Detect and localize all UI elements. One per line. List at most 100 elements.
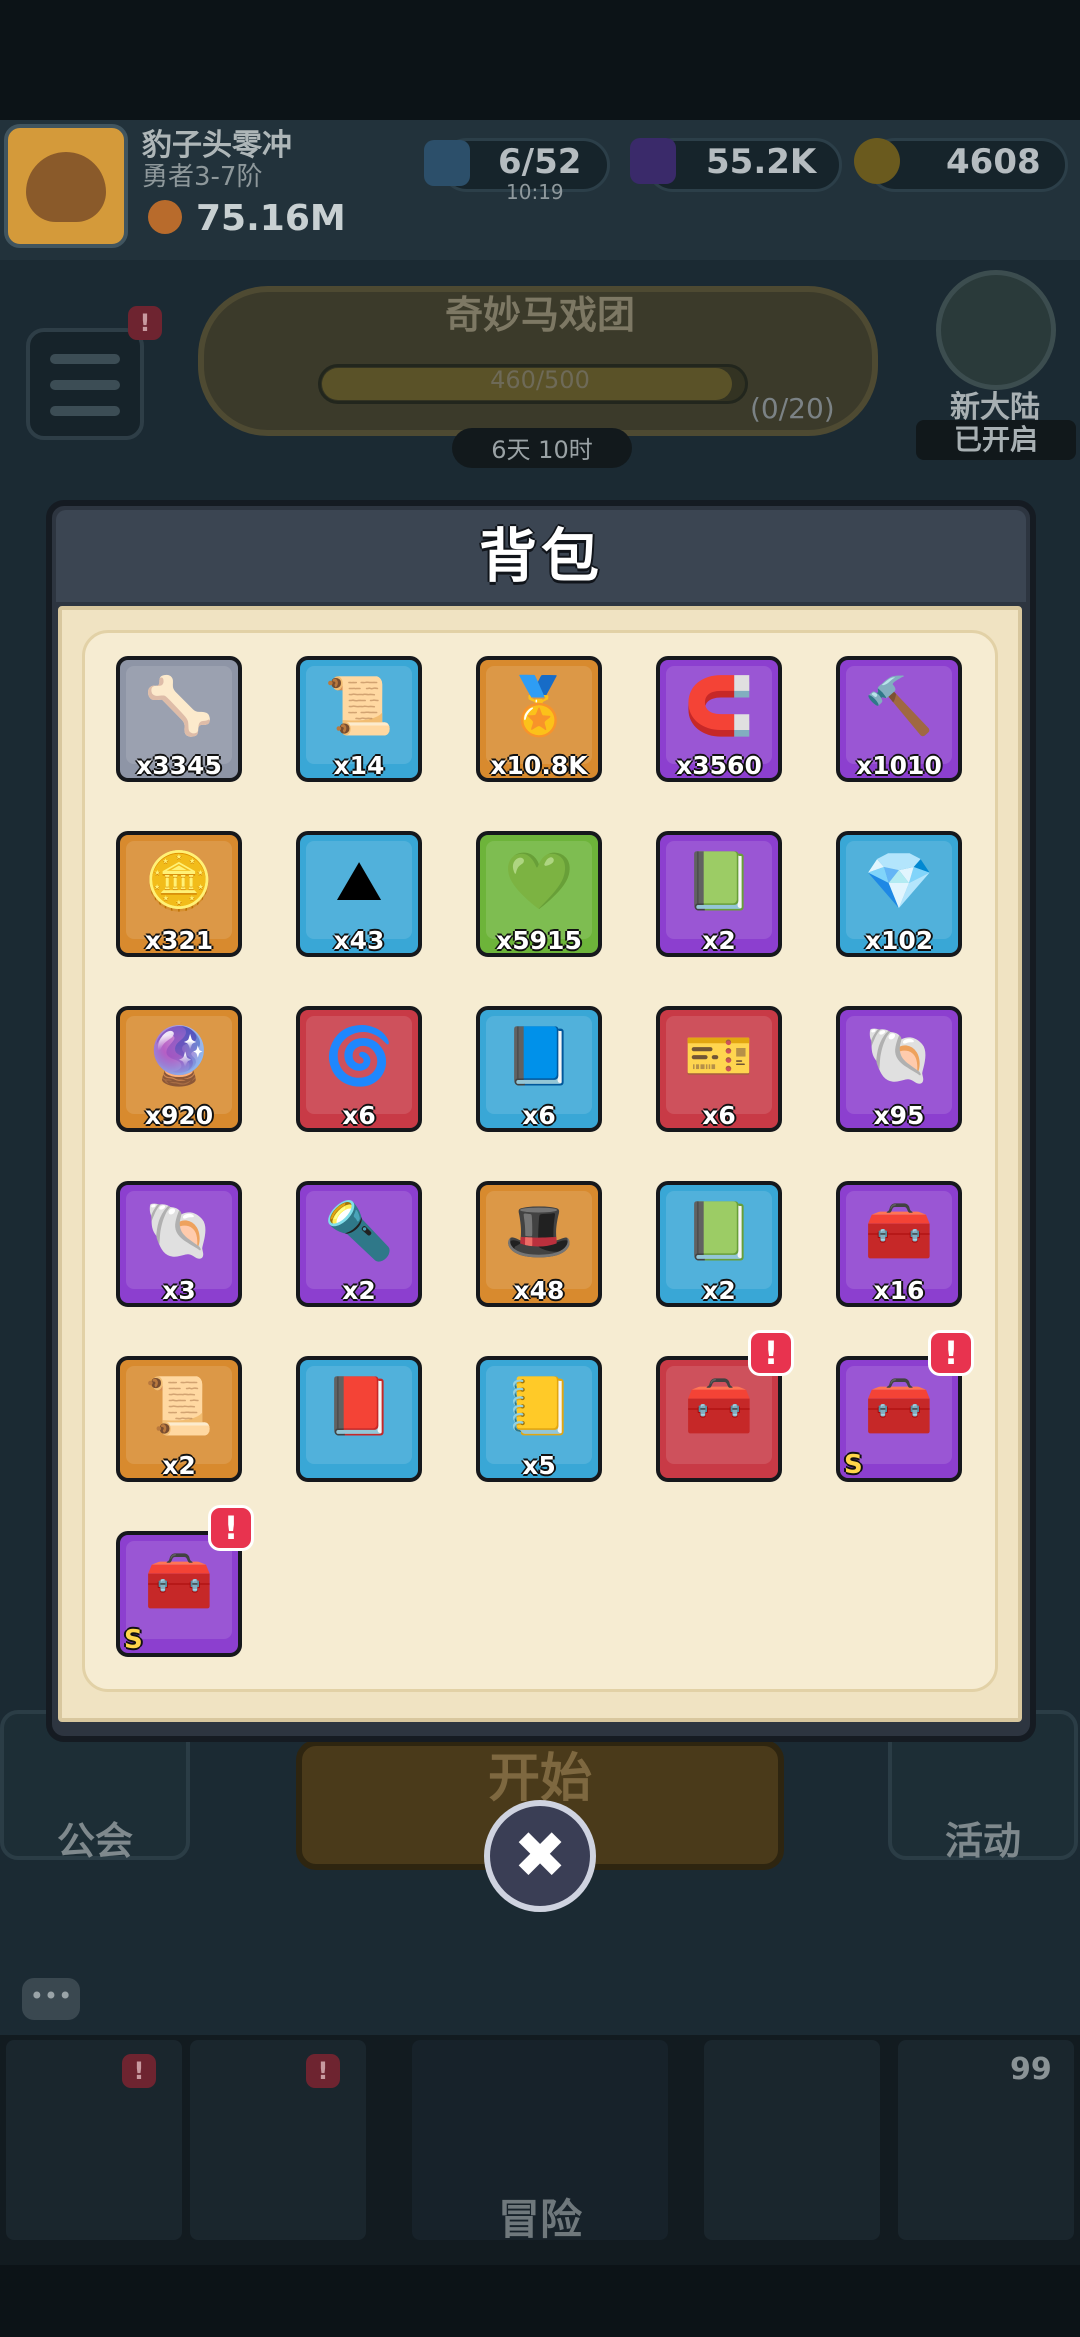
menu-icon	[50, 354, 120, 364]
item-quantity: x6	[702, 1101, 736, 1130]
item-quantity: x2	[702, 1276, 736, 1305]
hero-alert-badge: !	[306, 2054, 340, 2088]
gems-value: 55.2K	[706, 142, 817, 182]
system-nav-bar	[0, 2265, 1080, 2337]
capybara-avatar-icon	[26, 152, 106, 222]
item-quantity: x2	[702, 926, 736, 955]
eye-book-icon: 📕	[324, 1374, 394, 1439]
inventory-item-leaf-book[interactable]: 📗 x2	[656, 1181, 782, 1307]
gold-badge-icon: 🏅	[504, 674, 574, 739]
player-rank: 勇者3-7阶	[142, 162, 263, 192]
energy-value: 6/52	[498, 142, 582, 182]
nav-upgrade[interactable]	[704, 2040, 880, 2240]
item-quantity: x6	[522, 1101, 556, 1130]
item-grade: S	[124, 1625, 143, 1655]
green-rune-icon: 💚	[504, 849, 574, 914]
s-knight-chest-icon: 🧰	[864, 1374, 934, 1439]
status-bar-area	[0, 0, 1080, 120]
item-alert-badge: !	[748, 1330, 794, 1376]
item-quantity: x5915	[496, 926, 582, 955]
gold-sand-icon: ⛰	[335, 849, 383, 914]
modal-title: 背包	[478, 522, 603, 590]
item-quantity: x43	[333, 926, 385, 955]
inventory-item-eye-book[interactable]: 📕	[296, 1356, 422, 1482]
inventory-item-gold-book[interactable]: 📒 x5	[476, 1356, 602, 1482]
inventory-item-gold-sand[interactable]: ⛰ x43	[296, 831, 422, 957]
horseshoe-chest-icon: 🧰	[684, 1374, 754, 1439]
inventory-item-knight-chest[interactable]: 🧰 x16	[836, 1181, 962, 1307]
flashlight-icon: 🔦	[324, 1199, 394, 1264]
item-quantity: x16	[873, 1276, 925, 1305]
item-alert-badge: !	[208, 1505, 254, 1551]
inventory-item-purple-gem[interactable]: 🔮 x920	[116, 1006, 242, 1132]
inventory-item-green-book[interactable]: 📗 x2	[656, 831, 782, 957]
event-timer: 6天 10时	[491, 436, 593, 464]
item-quantity: x2	[342, 1276, 376, 1305]
world-status: 已开启	[916, 420, 1076, 460]
item-quantity: x6	[342, 1101, 376, 1130]
nav-adventure-label: 冒险	[497, 2195, 582, 2244]
item-quantity: x95	[873, 1101, 925, 1130]
inventory-item-blue-orb[interactable]: 🌀 x6	[296, 1006, 422, 1132]
event-count: (0/20)	[750, 392, 835, 425]
witch-hat-icon: 🎩	[504, 1199, 574, 1264]
inventory-item-bone[interactable]: 🦴 x3345	[116, 656, 242, 782]
item-quantity: x5	[522, 1451, 556, 1480]
item-quantity: x3	[162, 1276, 196, 1305]
green-book-icon: 📗	[684, 849, 754, 914]
gem-icon	[630, 138, 676, 184]
blue-orb-icon: 🌀	[324, 1024, 394, 1089]
item-grade: S	[844, 1450, 863, 1480]
energy-icon	[424, 140, 470, 186]
chat-icon[interactable]: •••	[22, 1978, 80, 2020]
power-value: 75.16M	[196, 198, 346, 239]
shop-alert-badge: !	[122, 2054, 156, 2088]
gold-coin-icon	[854, 138, 900, 184]
s-helmet-chest-icon: 🧰	[144, 1549, 214, 1614]
knight-chest-icon: 🧰	[864, 1199, 934, 1264]
inventory-item-gold-shell[interactable]: 🐚 x3	[116, 1181, 242, 1307]
inventory-item-witch-hat[interactable]: 🎩 x48	[476, 1181, 602, 1307]
purple-gem-icon: 🔮	[144, 1024, 214, 1089]
inventory-item-silver-coin[interactable]: 🪙 x321	[116, 831, 242, 957]
leaf-book-icon: 📗	[684, 1199, 754, 1264]
inventory-item-crystal-shard[interactable]: 💎 x102	[836, 831, 962, 957]
inventory-item-conch-shell[interactable]: 🐚 x95	[836, 1006, 962, 1132]
bone-icon: 🦴	[144, 674, 214, 739]
menu-alert-badge: !	[128, 306, 162, 340]
hammer-icon: 🔨	[864, 674, 934, 739]
inventory-item-green-rune[interactable]: 💚 x5915	[476, 831, 602, 957]
inventory-item-hammer[interactable]: 🔨 x1010	[836, 656, 962, 782]
inventory-item-gold-badge[interactable]: 🏅 x10.8K	[476, 656, 602, 782]
close-icon[interactable]: ✖	[484, 1800, 596, 1912]
blue-ticket-icon: 🎫	[684, 1024, 754, 1089]
energy-timer: 10:19	[506, 180, 564, 204]
skull-book-icon: 📘	[504, 1024, 574, 1089]
globe-icon[interactable]	[936, 270, 1056, 390]
inventory-item-horseshoe[interactable]: 🧲 x3560	[656, 656, 782, 782]
conch-shell-icon: 🐚	[864, 1024, 934, 1089]
gold-shell-icon: 🐚	[144, 1199, 214, 1264]
inventory-item-flashlight[interactable]: 🔦 x2	[296, 1181, 422, 1307]
item-quantity: x10.8K	[490, 751, 588, 780]
power-icon	[148, 200, 182, 234]
silver-coin-icon: 🪙	[144, 849, 214, 914]
gold-value: 4608	[946, 142, 1041, 182]
inventory-item-skull-book[interactable]: 📘 x6	[476, 1006, 602, 1132]
gold-book-icon: 📒	[504, 1374, 574, 1439]
activity-label: 活动	[944, 1819, 1021, 1863]
item-quantity: x3345	[136, 751, 222, 780]
item-quantity: x920	[144, 1101, 214, 1130]
horseshoe-icon: 🧲	[684, 674, 754, 739]
inventory-item-anvil-scroll[interactable]: 📜 x14	[296, 656, 422, 782]
event-title: 奇妙马戏团	[444, 293, 635, 337]
item-quantity: x321	[144, 926, 214, 955]
chest-count-badge: 99	[1010, 2052, 1052, 2087]
item-alert-badge: !	[928, 1330, 974, 1376]
inventory-item-parchment-scroll[interactable]: 📜 x2	[116, 1356, 242, 1482]
inventory-item-blue-ticket[interactable]: 🎫 x6	[656, 1006, 782, 1132]
event-progress-text: 460/500	[490, 366, 590, 394]
item-quantity: x3560	[676, 751, 762, 780]
item-quantity: x14	[333, 751, 385, 780]
guild-label: 公会	[56, 1819, 133, 1863]
